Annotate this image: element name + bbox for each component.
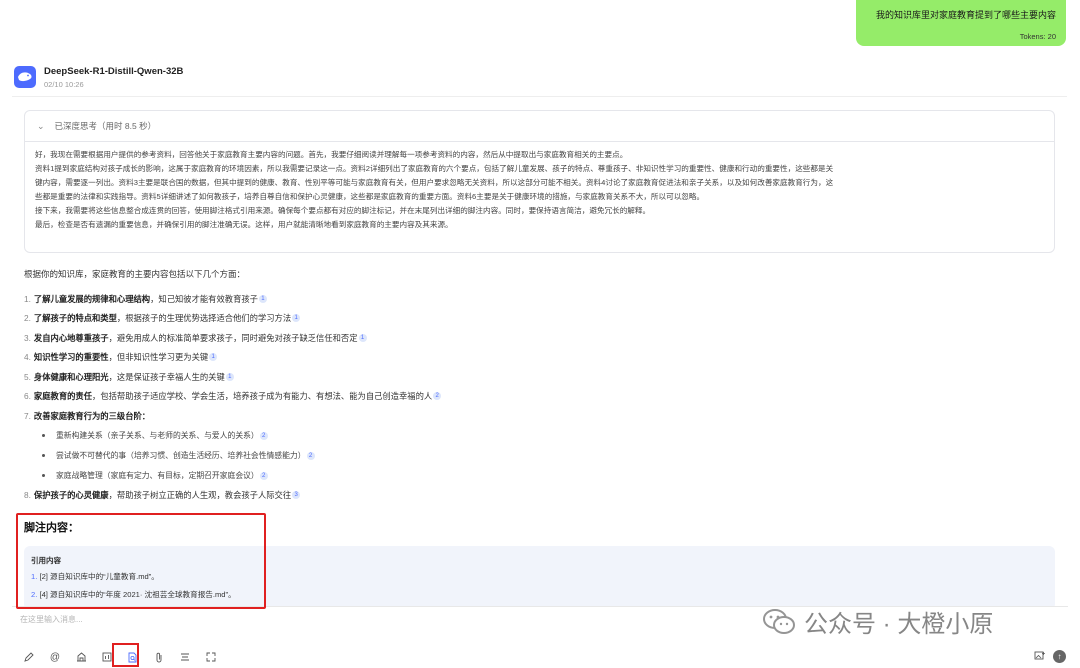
point-title: 发自内心地尊重孩子 — [33, 332, 109, 343]
point-text: ，包括帮助孩子适应学校、学会生活，培养孩子成为有能力、有想法、能为自己创造幸福的… — [92, 391, 433, 402]
point-text: ，知己知彼才能有效教育孩子 — [150, 293, 258, 304]
point-text: ，根据孩子的生理优势选择适合他们的学习方法 — [116, 313, 292, 324]
footnote-ref[interactable]: 2 — [259, 431, 268, 440]
list-number: 4. — [24, 352, 31, 363]
answer-intro: 根据你的知识库，家庭教育的主要内容包括以下几个方面： — [24, 269, 246, 279]
list-number: 3. — [24, 332, 31, 343]
thinking-line: 些都是重要的法律和实践指导。资料5详细讲述了如何教孩子，培养自尊自信和保护心灵健… — [35, 192, 705, 201]
watermark-text: 公众号 · 大橙小原 — [804, 611, 994, 638]
highlight-box-toolbar-button — [112, 643, 139, 667]
bullet-dot — [42, 434, 45, 437]
footnote-ref[interactable]: 2 — [433, 392, 442, 401]
list-number: 2. — [24, 313, 31, 324]
list-item: 5. 身体健康和心理阳光 ，这是保证孩子幸福人生的关键 1 — [24, 367, 1044, 387]
sub-point-list: 重新构建关系（亲子关系、与老师的关系、与爱人的关系） 2 尝试做不可替代的事（培… — [24, 426, 1044, 486]
point-title: 知识性学习的重要性 — [33, 352, 109, 363]
highlight-box-footnotes — [16, 513, 266, 609]
point-title: 改善家庭教育行为的三级台阶： — [33, 410, 151, 421]
thinking-line: 资料1提到家庭结构对孩子成长的影响，这属于家庭教育的环境因素，所以我需要记录这一… — [35, 164, 834, 173]
sub-list-item: 家庭战略管理（家庭有定力、有目标，定期召开家庭会议） 2 — [24, 466, 1044, 486]
footnote-ref[interactable]: 3 — [292, 491, 301, 500]
user-message-text: 我的知识库里对家庭教育提到了哪些主要内容 — [875, 10, 1056, 20]
watermark: 公众号 · 大橙小原 — [762, 604, 993, 639]
edit-icon[interactable] — [16, 650, 42, 664]
footnote-ref[interactable]: 1 — [258, 294, 267, 303]
point-text: ，但非知识性学习更为关键 — [108, 352, 209, 363]
input-right-actions: ↑ — [1034, 650, 1066, 663]
thinking-header-label: 已深度思考（用时 8.5 秒） — [54, 121, 157, 131]
list-item: 7. 改善家庭教育行为的三级台阶： — [24, 406, 1044, 426]
knowledge-base-icon[interactable] — [68, 650, 94, 664]
list-item: 3. 发自内心地尊重孩子 ，避免用成人的标准简单要求孩子，同时避免对孩子缺乏信任… — [24, 328, 1044, 348]
point-title: 了解孩子的特点和类型 — [33, 313, 117, 324]
thinking-line: 接下来，我需要将这些信息整合成连贯的回答，使用脚注格式引用来源。确保每个要点都有… — [35, 206, 651, 215]
whale-logo-icon — [18, 72, 32, 82]
thinking-toggle[interactable]: ⌄ 已深度思考（用时 8.5 秒） — [25, 111, 1054, 142]
send-button[interactable]: ↑ — [1053, 650, 1066, 663]
sub-list-item: 尝试做不可替代的事（培养习惯、创造生活经历、培养社会性情感能力） 2 — [24, 446, 1044, 466]
bullet-dot — [42, 474, 45, 477]
attachment-icon[interactable] — [146, 650, 172, 664]
list-number: 5. — [24, 371, 31, 382]
thinking-line: 好，我现在需要根据用户提供的参考资料，回答他关于家庭教育主要内容的问题。首先，我… — [35, 150, 628, 159]
chevron-down-icon: ⌄ — [37, 120, 45, 131]
sub-point-text: 重新构建关系（亲子关系、与老师的关系、与爱人的关系） — [56, 431, 259, 440]
thinking-panel: ⌄ 已深度思考（用时 8.5 秒） 好，我现在需要根据用户提供的参考资料，回答他… — [24, 110, 1055, 253]
list-item: 8. 保护孩子的心灵健康 ，帮助孩子树立正确的人生观，教会孩子人际交往 3 — [24, 486, 1044, 506]
list-item: 1. 了解儿童发展的规律和心理结构 ，知己知彼才能有效教育孩子 1 — [24, 289, 1044, 309]
footnote-ref[interactable]: 1 — [225, 372, 234, 381]
message-input[interactable]: 在这里输入消息... — [20, 614, 83, 625]
list-format-icon[interactable] — [172, 650, 198, 664]
point-text: ，避免用成人的标准简单要求孩子，同时避免对孩子缺乏信任和否定 — [108, 332, 358, 343]
point-title: 保护孩子的心灵健康 — [33, 490, 109, 501]
thinking-line: 最后，检查是否有遗漏的重要信息，并确保引用的脚注准确无误。这样，用户就能清晰地看… — [35, 220, 453, 229]
model-avatar — [14, 66, 36, 88]
point-text: ，帮助孩子树立正确的人生观，教会孩子人际交往 — [108, 490, 292, 501]
list-number: 6. — [24, 391, 31, 402]
footnote-ref[interactable]: 2 — [306, 451, 315, 460]
point-text: ，这是保证孩子幸福人生的关键 — [108, 371, 225, 382]
image-add-icon[interactable] — [1034, 651, 1045, 663]
bullet-dot — [42, 454, 45, 457]
expand-icon[interactable] — [198, 650, 224, 664]
thinking-line: 键内容，需要逐一列出。资料3主要是联合国的数据，但其中提到的健康、教育、性别平等… — [35, 178, 834, 187]
point-title: 身体健康和心理阳光 — [33, 371, 109, 382]
list-item: 4. 知识性学习的重要性 ，但非知识性学习更为关键 1 — [24, 348, 1044, 368]
sub-point-text: 尝试做不可替代的事（培养习惯、创造生活经历、培养社会性情感能力） — [56, 451, 306, 460]
at-mention-icon[interactable]: @ — [42, 650, 68, 664]
sub-list-item: 重新构建关系（亲子关系、与老师的关系、与爱人的关系） 2 — [24, 426, 1044, 446]
user-message-bubble: 我的知识库里对家庭教育提到了哪些主要内容 Tokens: 20 — [856, 0, 1066, 46]
token-count: Tokens: 20 — [1019, 32, 1056, 41]
model-name: DeepSeek-R1-Distill-Qwen-32B — [44, 66, 184, 77]
sub-point-text: 家庭战略管理（家庭有定力、有目标，定期召开家庭会议） — [56, 471, 259, 480]
footnote-ref[interactable]: 2 — [259, 471, 268, 480]
message-date: 02/10 10:26 — [44, 80, 84, 89]
thinking-content: 好，我现在需要根据用户提供的参考资料，回答他关于家庭教育主要内容的问题。首先，我… — [25, 142, 1054, 232]
answer-point-list: 1. 了解儿童发展的规律和心理结构 ，知己知彼才能有效教育孩子 1 2. 了解孩… — [24, 289, 1044, 505]
list-item: 2. 了解孩子的特点和类型 ，根据孩子的生理优势选择适合他们的学习方法 1 — [24, 309, 1044, 329]
list-number: 7. — [24, 410, 31, 421]
list-item: 6. 家庭教育的责任 ，包括帮助孩子适应学校、学会生活，培养孩子成为有能力、有想… — [24, 387, 1044, 407]
footnote-ref[interactable]: 1 — [358, 333, 367, 342]
list-number: 8. — [24, 490, 31, 501]
footnote-ref[interactable]: 1 — [292, 314, 301, 323]
point-title: 家庭教育的责任 — [33, 391, 93, 402]
list-number: 1. — [24, 293, 31, 304]
point-title: 了解儿童发展的规律和心理结构 — [33, 293, 151, 304]
wechat-icon — [762, 608, 796, 636]
arrow-up-icon: ↑ — [1057, 652, 1062, 661]
footnote-ref[interactable]: 1 — [209, 353, 218, 362]
sub-list-container: 重新构建关系（亲子关系、与老师的关系、与爱人的关系） 2 尝试做不可替代的事（培… — [24, 426, 1044, 486]
